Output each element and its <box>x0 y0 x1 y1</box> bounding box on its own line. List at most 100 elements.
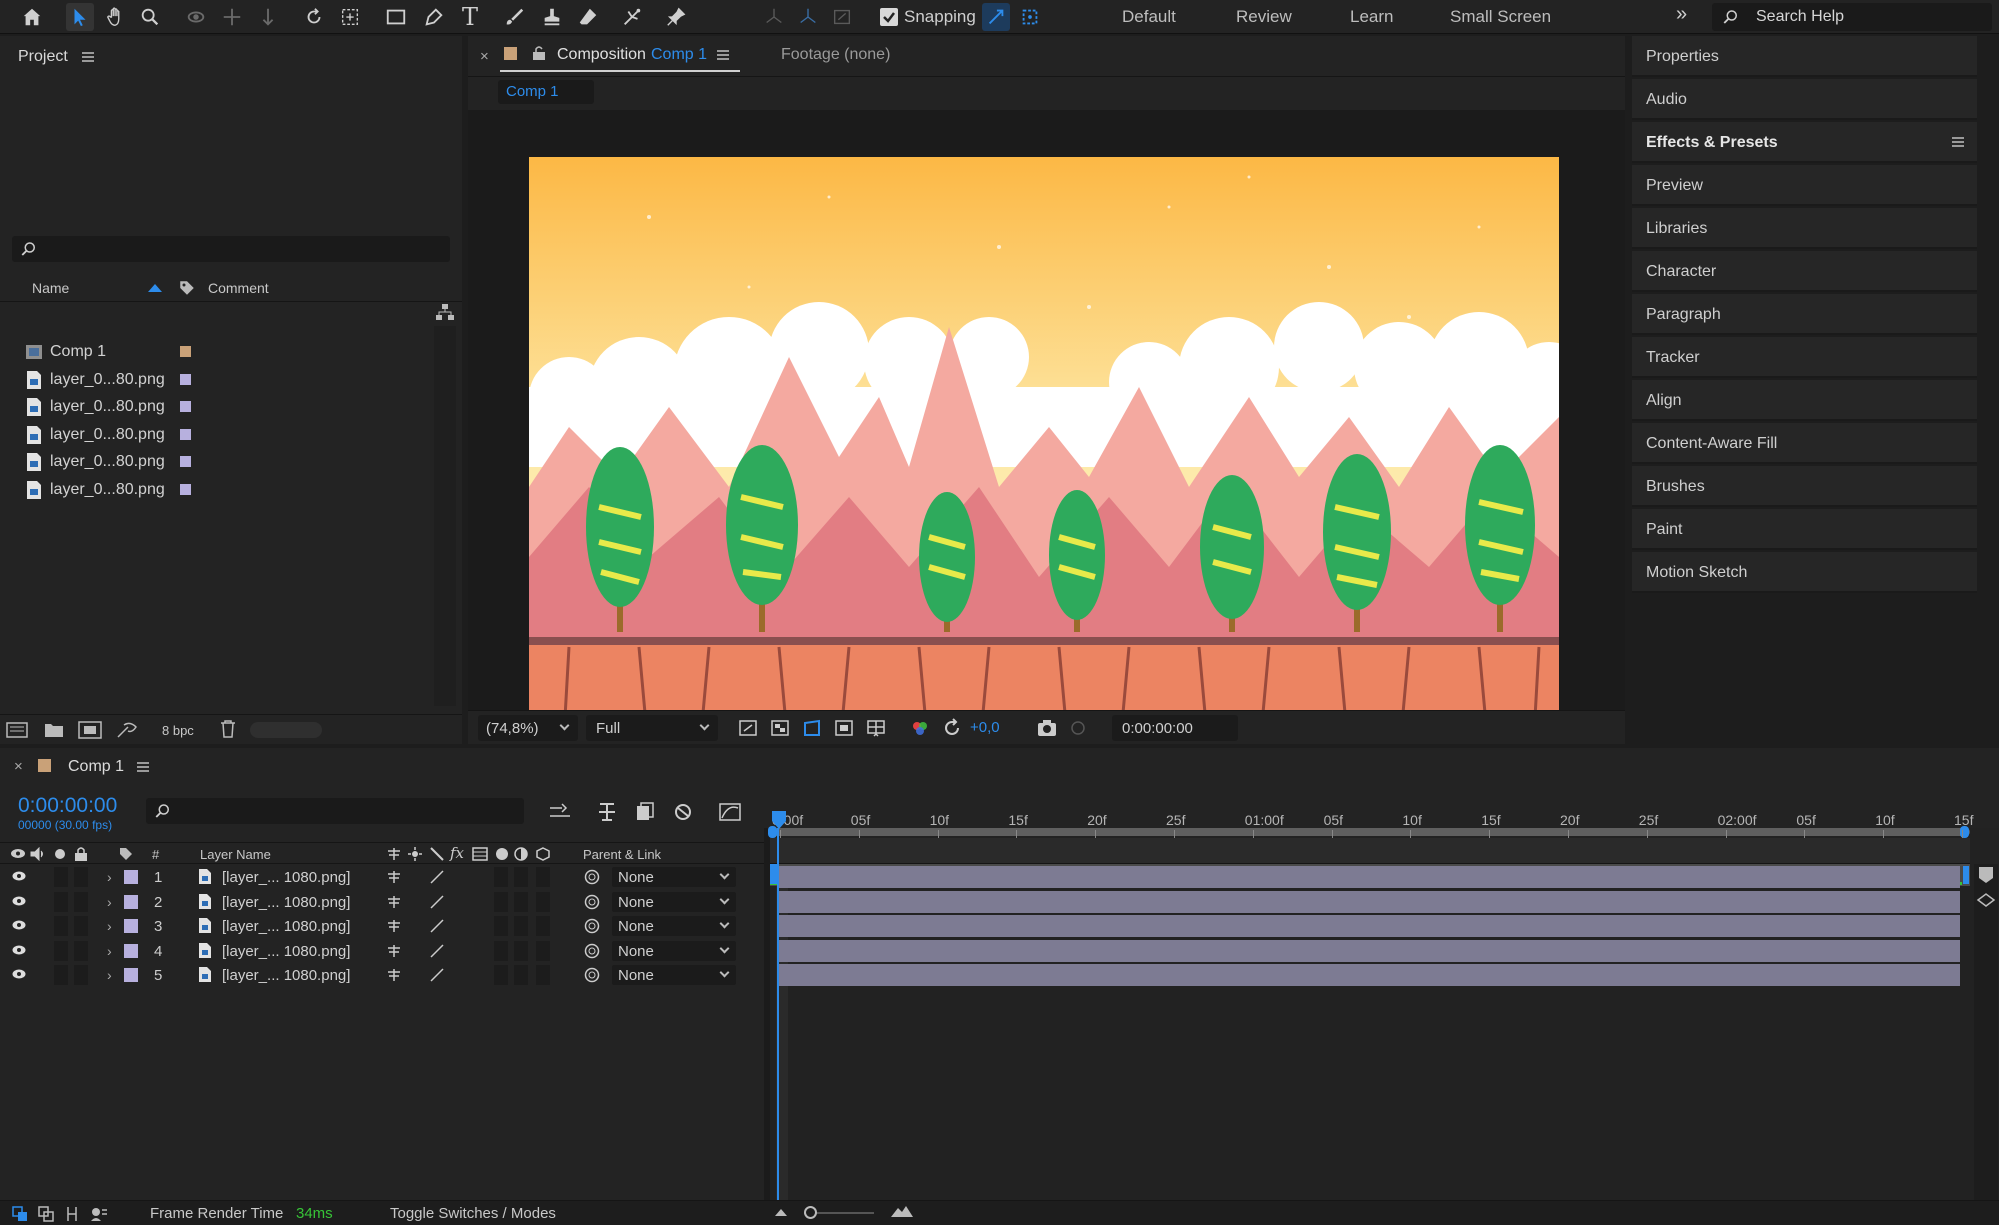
eye-visibility-icon[interactable] <box>12 919 26 931</box>
type-tool-icon[interactable]: T <box>456 3 484 31</box>
new-composition-icon[interactable] <box>78 721 102 739</box>
close-tab-icon[interactable]: × <box>14 758 23 775</box>
work-area-end-handle[interactable] <box>1963 866 1969 884</box>
expand-arrow-icon[interactable]: › <box>107 943 112 959</box>
adjustment-toggle[interactable] <box>514 965 528 985</box>
lock-toggle[interactable] <box>74 940 88 961</box>
project-item-label-swatch[interactable] <box>180 483 191 495</box>
project-scrollbar[interactable] <box>434 326 456 706</box>
dolly-camera-icon[interactable] <box>254 3 282 31</box>
parent-dropdown[interactable]: None <box>612 891 736 912</box>
motion-blur-toggle[interactable] <box>494 965 508 985</box>
snapping-checkbox[interactable] <box>880 8 898 26</box>
project-item[interactable]: layer_0...80.png <box>0 448 420 475</box>
layer-name[interactable]: [layer_... 1080.png] <box>222 918 350 935</box>
shy-switch-icon[interactable] <box>386 919 402 933</box>
shy-switch-icon[interactable] <box>386 968 402 982</box>
layer-duration-bar[interactable] <box>777 890 1960 913</box>
new-folder-icon[interactable] <box>44 721 64 739</box>
project-item[interactable]: layer_0...80.png <box>0 366 420 393</box>
pick-whip-icon[interactable] <box>584 918 600 934</box>
project-item[interactable]: Comp 1 <box>0 338 420 365</box>
rotation-tool-icon[interactable] <box>300 3 328 31</box>
in-out-duration-icon[interactable] <box>64 1206 80 1222</box>
layer-duration-bar[interactable] <box>777 915 1960 937</box>
resolution-dropdown[interactable]: Full <box>586 715 718 741</box>
frame-blending-icon[interactable] <box>634 802 656 822</box>
panel-tab-brushes[interactable]: Brushes <box>1632 466 1977 507</box>
project-item[interactable]: layer_0...80.png <box>0 421 420 448</box>
panel-tab-paragraph[interactable]: Paragraph <box>1632 294 1977 335</box>
lock-toggle[interactable] <box>74 867 88 887</box>
quality-switch-icon[interactable] <box>430 919 444 933</box>
motion-blur-toggle[interactable] <box>494 916 508 936</box>
composition-menu-icon[interactable] <box>717 50 729 60</box>
project-search-input[interactable] <box>12 236 450 262</box>
solo-toggle[interactable] <box>54 891 68 912</box>
workspace-review[interactable]: Review <box>1236 7 1292 27</box>
parent-dropdown[interactable]: None <box>612 965 736 985</box>
transparency-grid-icon[interactable] <box>770 718 790 738</box>
shy-switch-icon[interactable] <box>386 895 402 909</box>
magnification-dropdown[interactable]: (74,8%) <box>478 715 578 741</box>
layer-label-swatch[interactable] <box>124 919 138 933</box>
layer-row[interactable]: › 4 [layer_... 1080.png] None <box>0 939 770 963</box>
snap-edges-icon[interactable] <box>982 3 1010 31</box>
layer-duration-bar[interactable] <box>777 939 1960 962</box>
expand-arrow-icon[interactable]: › <box>107 894 112 910</box>
motion-blur-icon[interactable] <box>672 802 694 822</box>
adjustment-toggle[interactable] <box>514 916 528 936</box>
panel-tab-preview[interactable]: Preview <box>1632 165 1977 206</box>
workspace-default[interactable]: Default <box>1122 7 1176 27</box>
panel-tab-paint[interactable]: Paint <box>1632 509 1977 550</box>
show-snapshot-icon[interactable] <box>1068 718 1088 738</box>
composition-mini-flowchart-icon[interactable] <box>548 802 572 822</box>
close-tab-icon[interactable]: × <box>480 48 489 65</box>
quality-switch-icon[interactable] <box>430 870 444 884</box>
lock-switch-header-icon[interactable] <box>74 846 88 862</box>
solo-toggle[interactable] <box>54 940 68 961</box>
pen-tool-icon[interactable] <box>420 3 448 31</box>
project-item-label-swatch[interactable] <box>180 456 191 467</box>
layer-label-swatch[interactable] <box>124 968 138 982</box>
fast-previews-icon[interactable] <box>738 718 758 738</box>
toggle-switches-modes-button[interactable]: Toggle Switches / Modes <box>390 1205 556 1222</box>
adjustment-toggle[interactable] <box>514 891 528 912</box>
lock-toggle[interactable] <box>74 965 88 985</box>
eye-visibility-icon[interactable] <box>12 944 26 956</box>
adjustment-layer-header-icon[interactable] <box>514 847 528 861</box>
zoom-in-icon[interactable] <box>890 1204 914 1218</box>
roto-brush-icon[interactable] <box>618 3 646 31</box>
column-name[interactable]: Name <box>32 280 69 296</box>
adjustment-toggle[interactable] <box>514 867 528 887</box>
pick-whip-icon[interactable] <box>584 967 600 983</box>
panel-tab-motion-sketch[interactable]: Motion Sketch <box>1632 552 1977 593</box>
local-axis-icon[interactable] <box>760 3 788 31</box>
layer-name[interactable]: [layer_... 1080.png] <box>222 943 350 960</box>
project-item[interactable]: layer_0...80.png <box>0 476 420 503</box>
solo-toggle[interactable] <box>54 916 68 936</box>
expand-arrow-icon[interactable]: › <box>107 918 112 934</box>
project-item[interactable]: layer_0...80.png <box>0 393 420 420</box>
panel-tab-content-aware-fill[interactable]: Content-Aware Fill <box>1632 423 1977 464</box>
panel-tab-libraries[interactable]: Libraries <box>1632 208 1977 249</box>
shy-header-icon[interactable] <box>386 847 402 861</box>
flowchart-icon[interactable] <box>436 304 454 320</box>
zoom-tool-icon[interactable] <box>136 3 164 31</box>
trash-icon[interactable] <box>220 720 236 738</box>
bit-depth-label[interactable]: 8 bpc <box>162 723 194 738</box>
panel-tab-tracker[interactable]: Tracker <box>1632 337 1977 378</box>
project-item-label-swatch[interactable] <box>180 346 191 357</box>
label-tag-icon[interactable] <box>118 846 134 862</box>
3d-toggle[interactable] <box>536 891 550 912</box>
3d-toggle[interactable] <box>536 916 550 936</box>
home-icon[interactable] <box>18 3 46 31</box>
effects-presets-menu-icon[interactable] <box>1952 137 1964 147</box>
graph-editor-icon[interactable] <box>718 802 742 822</box>
work-area-start-handle[interactable] <box>770 864 777 884</box>
timeline-menu-icon[interactable] <box>137 762 149 772</box>
snapshot-camera-icon[interactable] <box>1036 718 1058 738</box>
panel-tab-audio[interactable]: Audio <box>1632 79 1977 120</box>
clone-stamp-icon[interactable] <box>538 3 566 31</box>
region-of-interest-icon[interactable] <box>834 718 854 738</box>
